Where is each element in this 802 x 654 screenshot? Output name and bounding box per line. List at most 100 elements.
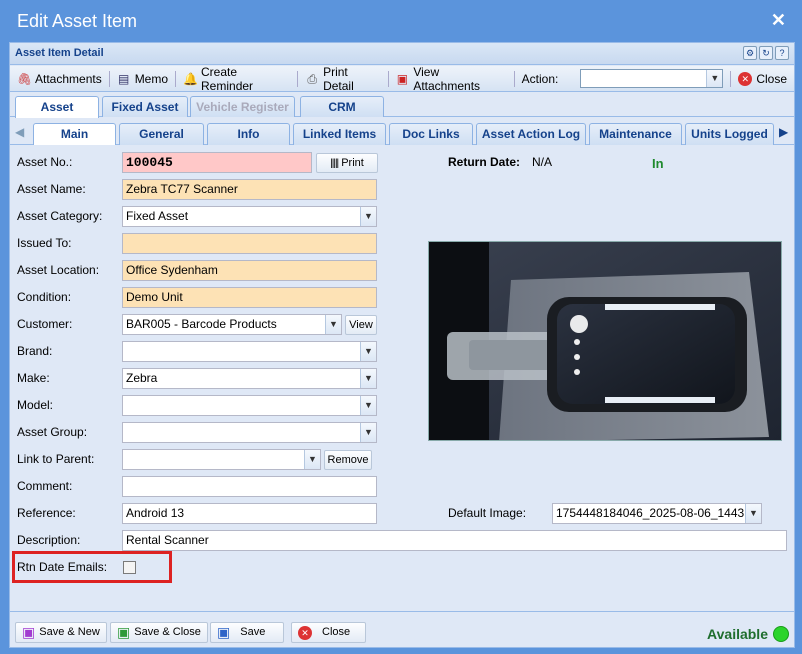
chevron-down-icon[interactable]: ▼ [706,70,723,87]
save-new-icon: ▣ [22,624,36,640]
rtn-date-emails-label: Rtn Date Emails: [17,560,108,574]
asset-image [428,241,782,441]
main-form: Asset No.: 100045 ||||| Print Return Dat… [10,146,794,608]
availability-indicator-icon [773,626,789,642]
description-field[interactable]: Rental Scanner [122,530,787,551]
brand-select[interactable]: ▼ [122,341,377,362]
window-titlebar: Edit Asset Item ✕ [0,0,802,42]
asset-category-label: Asset Category: [17,209,103,223]
asset-no-label: Asset No.: [17,155,73,169]
create-reminder-label: Create Reminder [201,64,254,93]
refresh-icon[interactable]: ↻ [759,46,773,60]
asset-category-select[interactable]: Fixed Asset ▼ [122,206,377,227]
customer-select[interactable]: BAR005 - Barcode Products ▼ [122,314,342,335]
comment-field[interactable] [122,476,377,497]
footer-close-label: Close [322,626,351,638]
make-value: Zebra [126,371,158,385]
default-image-select[interactable]: 1754448184046_2025-08-06_1443 ▼ [552,503,762,524]
paperclip-icon: 🖇 [17,71,33,86]
link-to-parent-select[interactable]: ▼ [122,449,321,470]
asset-group-label: Asset Group: [17,425,88,439]
help-icon[interactable]: ? [775,46,789,60]
action-label: Action: [521,71,559,86]
create-reminder-button[interactable]: 🔔 Create Reminder [176,64,297,93]
chevron-down-icon[interactable]: ▼ [745,504,761,523]
chevron-down-icon[interactable]: ▼ [360,423,376,442]
toolbar: 🖇 Attachments ▤ Memo 🔔 Create Reminder ⎙ Pri… [10,64,794,93]
model-select[interactable]: ▼ [122,395,377,416]
condition-field[interactable]: Demo Unit [122,287,377,308]
tab-main[interactable]: Main [33,123,116,145]
close-window-icon[interactable]: ✕ [771,10,786,31]
pdf-icon: ▣ [396,71,409,86]
issued-to-field[interactable] [122,233,377,254]
asset-group-select[interactable]: ▼ [122,422,377,443]
save-new-button[interactable]: ▣ Save & New [15,622,107,643]
chevron-down-icon[interactable]: ▼ [360,342,376,361]
sub-tabs: ◀ Main General Info Linked Items Doc Lin… [10,121,794,145]
reference-field[interactable]: Android 13 [122,503,377,524]
print-label: Print [341,157,364,169]
tab-info[interactable]: Info [207,123,290,145]
print-button[interactable]: ||||| Print [316,153,378,173]
remove-parent-button[interactable]: Remove [324,450,372,470]
tab-crm[interactable]: CRM [300,96,384,117]
scroll-right-icon[interactable]: ▶ [779,125,788,139]
tab-asset[interactable]: Asset [15,96,99,118]
save-close-label: Save & Close [134,626,201,638]
view-attachments-label: View Attachments [413,64,481,93]
save-label: Save [240,626,266,638]
save-button[interactable]: ▣ Save [210,622,284,643]
tab-units-logged[interactable]: Units Logged [685,123,774,145]
toolbar-close-button[interactable]: ✕ Close [731,68,794,90]
default-image-label: Default Image: [448,506,527,520]
barcode-icon: ||||| [330,158,339,169]
asset-location-field[interactable]: Office Sydenham [122,260,377,281]
tab-vehicle-register: Vehicle Register [190,96,295,117]
tab-fixed-asset[interactable]: Fixed Asset [102,96,188,117]
make-label: Make: [17,371,50,385]
chevron-down-icon[interactable]: ▼ [304,450,320,469]
customer-label: Customer: [17,317,73,331]
top-tabs: Asset Fixed Asset Vehicle Register CRM [10,93,794,118]
rtn-date-emails-checkbox[interactable] [123,561,136,574]
status-in-badge: In [652,156,664,171]
view-attachments-button[interactable]: ▣ View Attachments [389,64,514,93]
footer-bar: ▣ Save & New ▣ Save & Close ▣ Save ✕ Close A… [10,611,794,647]
asset-no-field[interactable]: 100045 [122,152,312,173]
tab-doc-links[interactable]: Doc Links [389,123,473,145]
chevron-down-icon[interactable]: ▼ [360,369,376,388]
condition-label: Condition: [17,290,72,304]
edit-asset-window: Edit Asset Item ✕ Asset Item Detail ⚙ ↻ … [0,0,802,654]
asset-name-field[interactable]: Zebra TC77 Scanner [122,179,377,200]
print-detail-label: Print Detail [323,64,354,93]
chevron-down-icon[interactable]: ▼ [360,207,376,226]
save-close-icon: ▣ [117,624,131,640]
bell-icon: 🔔 [183,71,198,86]
close-circle-icon: ✕ [738,71,753,86]
reference-label: Reference: [17,506,76,520]
save-close-button[interactable]: ▣ Save & Close [110,622,208,643]
tab-maintenance[interactable]: Maintenance [589,123,682,145]
memo-button[interactable]: ▤ Memo [110,68,175,90]
tab-general[interactable]: General [119,123,204,145]
action-select[interactable]: ▼ [580,69,724,88]
chevron-down-icon[interactable]: ▼ [360,396,376,415]
link-to-parent-label: Link to Parent: [17,452,95,466]
chevron-down-icon[interactable]: ▼ [325,315,341,334]
tab-linked-items[interactable]: Linked Items [293,123,386,145]
asset-name-label: Asset Name: [17,182,86,196]
window-title: Edit Asset Item [17,11,138,31]
footer-close-button[interactable]: ✕ Close [291,622,366,643]
brand-label: Brand: [17,344,53,358]
make-select[interactable]: Zebra ▼ [122,368,377,389]
print-detail-button[interactable]: ⎙ Print Detail [298,64,387,93]
customer-value: BAR005 - Barcode Products [126,317,277,331]
attachments-button[interactable]: 🖇 Attachments [10,68,109,90]
printer-icon: ⎙ [307,71,317,86]
scroll-left-icon[interactable]: ◀ [15,125,24,139]
model-label: Model: [17,398,54,412]
tab-asset-action-log[interactable]: Asset Action Log [476,123,586,145]
view-customer-button[interactable]: View [345,315,377,335]
settings-icon[interactable]: ⚙ [743,46,757,60]
